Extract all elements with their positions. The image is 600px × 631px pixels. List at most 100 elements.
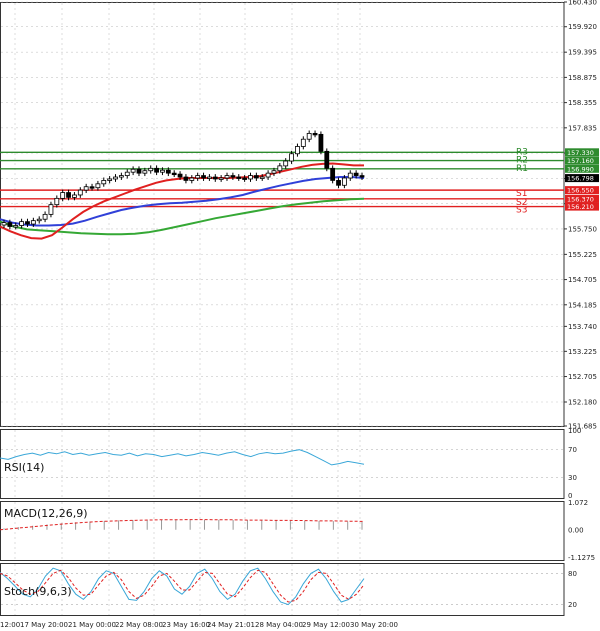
price-tick-label: 152.705 [568, 373, 597, 381]
candle-body [183, 176, 189, 181]
price-tick-label: 154.185 [568, 301, 597, 309]
candle-body [212, 176, 218, 180]
pivot-price-label: 157.330 [567, 149, 594, 157]
price-tick-label: 153.225 [568, 348, 597, 356]
candle-body [36, 218, 42, 222]
candle-body [42, 213, 48, 220]
price-tick-label: 158.875 [568, 74, 597, 82]
price-tick-label: 159.395 [568, 49, 597, 57]
candle-body [236, 176, 242, 179]
pivot-price-label: 156.990 [567, 165, 594, 173]
candle-body [195, 175, 201, 179]
candle-body [171, 172, 177, 176]
candle-body [336, 180, 341, 186]
candle-body [165, 169, 171, 174]
candle-body [72, 194, 77, 198]
candle-body [271, 170, 277, 174]
panel-frame-1 [0, 429, 565, 499]
candle-body [218, 177, 224, 180]
time-axis-label: 29 May 12:00 [302, 621, 350, 629]
panel-frame-0 [0, 2, 565, 427]
candle-body [283, 160, 289, 167]
candle-body [201, 175, 206, 179]
time-axis-label: 12:00 [0, 621, 20, 629]
candle-body [154, 167, 159, 173]
candle-body [306, 132, 312, 140]
candle-body [130, 168, 136, 173]
candle-body [118, 175, 124, 178]
pivot-label-r1: R1 [516, 164, 528, 174]
candle-body [142, 170, 148, 174]
rsi-tick-label: 100 [568, 427, 581, 435]
candle-body [66, 192, 71, 198]
candle-body [289, 153, 294, 162]
stoch-label: Stoch(9,6,3) [4, 585, 72, 598]
time-axis-label: 22 May 08:00 [115, 621, 163, 629]
rsi-tick-label: 30 [568, 474, 577, 482]
price-tick-label: 152.180 [568, 399, 597, 407]
chart-canvas: 160.430 159.920 159.395 158.875 158.355 157.8… [0, 0, 599, 629]
price-tick-label: 159.920 [568, 23, 597, 31]
candle-body [253, 175, 259, 179]
price-tick-label: 155.750 [568, 225, 597, 233]
candle-body [259, 176, 265, 179]
candle-body [48, 204, 54, 215]
time-axis-label: 30 May 20:00 [350, 621, 398, 629]
price-tick-label: 154.705 [568, 276, 597, 284]
candle-body [107, 178, 113, 181]
candle-body [148, 167, 154, 172]
candle-body [95, 183, 101, 189]
candle-body [124, 171, 130, 176]
candle-body [295, 146, 300, 155]
time-axis-label: 24 May 21:01 [207, 621, 255, 629]
candle-body [230, 175, 236, 178]
candle-body [89, 186, 95, 189]
candle-body [330, 167, 336, 181]
pivot-price-label: 156.550 [567, 187, 594, 195]
candle-body [101, 180, 107, 185]
candle-body [136, 168, 142, 174]
time-axis-label: 28 May 04:00 [255, 621, 303, 629]
candle-body [113, 176, 118, 180]
candle-body [248, 175, 253, 180]
pivot-label-s3: S3 [516, 206, 527, 216]
chart-window: 160.430 159.920 159.395 158.875 158.355 157.8… [0, 0, 600, 631]
price-tick-label: 158.355 [568, 99, 597, 107]
price-tick-label: 160.430 [568, 0, 597, 7]
candle-body [224, 175, 230, 179]
price-tick-label: 157.835 [568, 124, 597, 132]
candle-body [7, 222, 13, 227]
stoch-tick-label: 80 [568, 570, 577, 578]
time-axis-label: 17 May 20:00 [20, 621, 68, 629]
macd-label: MACD(12,26,9) [4, 507, 88, 520]
candle-body [265, 172, 271, 178]
panel-frame-3 [0, 563, 565, 616]
candle-body [347, 172, 353, 179]
candle-body [177, 173, 183, 178]
rsi-tick-label: 70 [568, 446, 577, 454]
candle-body [318, 133, 324, 152]
macd-tick-label: -1.1275 [568, 554, 595, 562]
candle-body [189, 177, 195, 181]
candle-body [300, 138, 306, 147]
candle-body [359, 175, 365, 178]
candle-body [19, 221, 25, 226]
candle-body [25, 221, 30, 225]
macd-tick-label: 1.072 [568, 499, 588, 507]
candle-body [60, 192, 66, 199]
pivot-price-label: 156.210 [567, 203, 594, 211]
candle-body [13, 225, 19, 228]
candle-body [30, 220, 36, 225]
candle-body [341, 177, 347, 186]
candle-body [77, 189, 83, 196]
candle-body [312, 132, 318, 136]
candle-body [207, 176, 212, 179]
candle-body [277, 165, 283, 172]
stoch-tick-label: 20 [568, 601, 577, 609]
price-tick-label: 155.225 [568, 251, 597, 259]
price-tick-label: 153.740 [568, 323, 597, 331]
candle-body [353, 172, 359, 176]
time-axis-label: 23 May 16:00 [162, 621, 210, 629]
candle-body [242, 177, 248, 180]
candle-body [83, 186, 89, 191]
